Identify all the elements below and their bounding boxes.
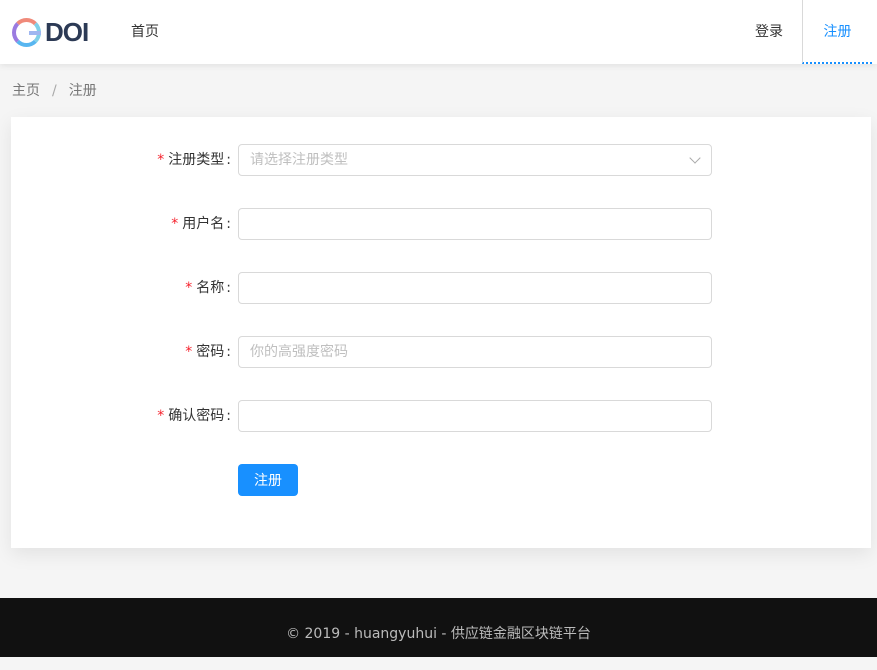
name-input[interactable] <box>238 272 712 304</box>
required-mark: * <box>157 152 165 168</box>
breadcrumb: 主页 / 注册 <box>12 80 97 102</box>
required-mark: * <box>171 216 179 232</box>
username-label-text: 用户名 <box>182 216 225 232</box>
top-header: DOI 首页 登录 注册 <box>0 0 877 64</box>
username-row: * 用户名: <box>11 208 871 240</box>
password-label: * 密码: <box>185 336 231 368</box>
label-colon: : <box>226 408 231 424</box>
nav-home-link[interactable]: 首页 <box>131 0 159 64</box>
username-input[interactable] <box>238 208 712 240</box>
confirm-password-label: * 确认密码: <box>157 400 231 432</box>
password-input[interactable] <box>238 336 712 368</box>
logo[interactable]: DOI <box>12 16 89 47</box>
footer-copyright: © 2019 - huangyuhui - 供应链金融区块链平台 <box>286 626 591 642</box>
register-type-placeholder: 请选择注册类型 <box>250 152 348 168</box>
password-label-text: 密码 <box>196 344 225 360</box>
confirm-password-row: * 确认密码: <box>11 400 871 432</box>
register-type-row: * 注册类型: 请选择注册类型 <box>11 144 871 176</box>
name-label: * 名称: <box>185 272 231 304</box>
confirm-password-input[interactable] <box>238 400 712 432</box>
label-colon: : <box>226 344 231 360</box>
label-colon: : <box>226 152 231 168</box>
required-mark: * <box>185 344 193 360</box>
breadcrumb-separator: / <box>52 83 57 99</box>
breadcrumb-home[interactable]: 主页 <box>12 80 40 102</box>
confirm-password-label-text: 确认密码 <box>168 408 225 424</box>
name-label-text: 名称 <box>196 280 225 296</box>
username-label: * 用户名: <box>171 208 231 240</box>
nav-register-link[interactable]: 注册 <box>802 0 872 64</box>
breadcrumb-current: 注册 <box>68 83 97 99</box>
label-colon: : <box>226 216 231 232</box>
register-type-label: * 注册类型: <box>157 144 231 176</box>
required-mark: * <box>185 280 193 296</box>
label-colon: : <box>226 280 231 296</box>
chevron-down-icon <box>689 152 701 164</box>
register-form-card: * 注册类型: 请选择注册类型 * 用户名: * 名称: * 密码: * 确认密码: 注册 <box>11 117 871 548</box>
nav-login-link[interactable]: 登录 <box>755 0 783 64</box>
register-type-label-text: 注册类型 <box>168 152 225 168</box>
logo-text: DOI <box>45 16 89 47</box>
register-type-select[interactable]: 请选择注册类型 <box>238 144 712 176</box>
register-submit-button[interactable]: 注册 <box>238 464 298 496</box>
footer: © 2019 - huangyuhui - 供应链金融区块链平台 <box>0 598 877 657</box>
password-row: * 密码: <box>11 336 871 368</box>
name-row: * 名称: <box>11 272 871 304</box>
required-mark: * <box>157 408 165 424</box>
logo-icon <box>12 17 41 47</box>
